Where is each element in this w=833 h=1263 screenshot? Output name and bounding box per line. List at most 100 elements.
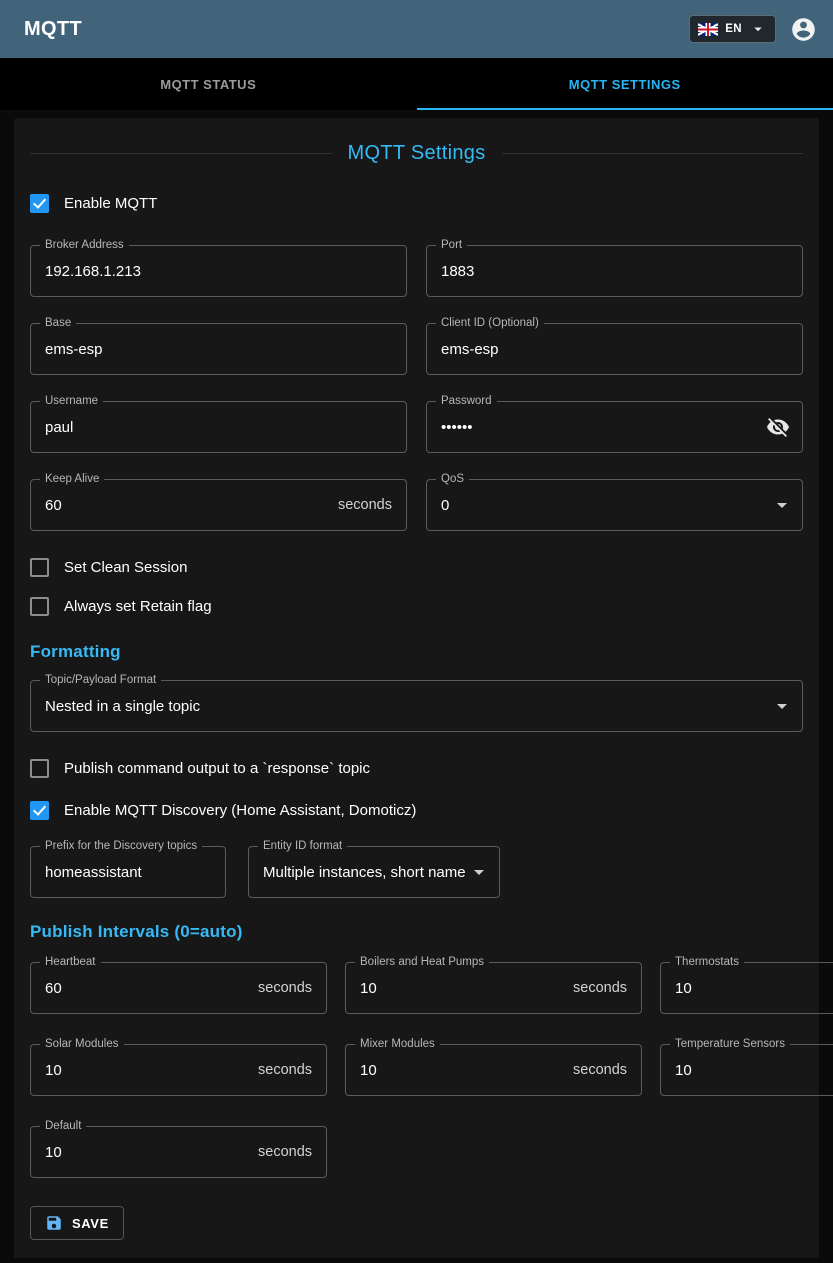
entity-id-format-label: Entity ID format bbox=[258, 840, 347, 853]
app-bar-actions: EN bbox=[689, 15, 817, 43]
keep-alive-label: Keep Alive bbox=[40, 473, 104, 486]
visibility-off-icon[interactable] bbox=[766, 415, 790, 439]
keep-alive-unit: seconds bbox=[338, 497, 406, 513]
temperature-interval-label: Temperature Sensors bbox=[670, 1038, 790, 1051]
enable-mqtt-label: Enable MQTT bbox=[64, 195, 157, 212]
boilers-interval-field: Boilers and Heat Pumps seconds bbox=[345, 962, 642, 1014]
port-input[interactable] bbox=[427, 246, 802, 296]
publish-intervals-grid: Heartbeat seconds Boilers and Heat Pumps… bbox=[30, 962, 803, 1178]
entity-id-format-select[interactable]: Entity ID format Multiple instances, sho… bbox=[248, 846, 500, 898]
qos-value: 0 bbox=[427, 497, 770, 514]
page-title-row: MQTT Settings bbox=[30, 142, 803, 165]
mqtt-discovery-checkbox[interactable] bbox=[30, 801, 49, 820]
default-interval-input[interactable] bbox=[31, 1127, 258, 1177]
save-icon bbox=[45, 1214, 63, 1232]
client-id-field: Client ID (Optional) bbox=[426, 323, 803, 375]
enable-mqtt-row: Enable MQTT bbox=[30, 191, 803, 215]
discovery-prefix-input[interactable] bbox=[31, 847, 225, 897]
boilers-interval-label: Boilers and Heat Pumps bbox=[355, 956, 489, 969]
thermostats-interval-label: Thermostats bbox=[670, 956, 744, 969]
language-label: EN bbox=[725, 23, 742, 35]
entity-id-format-value: Multiple instances, short name bbox=[249, 864, 467, 881]
formatting-heading: Formatting bbox=[30, 642, 803, 662]
retain-flag-row: Always set Retain flag bbox=[30, 594, 803, 618]
username-field: Username bbox=[30, 401, 407, 453]
temperature-interval-input[interactable] bbox=[661, 1045, 833, 1095]
mixer-interval-input[interactable] bbox=[346, 1045, 573, 1095]
publish-response-checkbox[interactable] bbox=[30, 759, 49, 778]
tab-mqtt-status[interactable]: MQTT STATUS bbox=[0, 58, 417, 110]
heartbeat-field: Heartbeat seconds bbox=[30, 962, 327, 1014]
password-field: Password bbox=[426, 401, 803, 453]
mqtt-settings-panel: MQTT Settings Enable MQTT Broker Address… bbox=[14, 118, 819, 1258]
heartbeat-label: Heartbeat bbox=[40, 956, 101, 969]
mixer-interval-field: Mixer Modules seconds bbox=[345, 1044, 642, 1096]
app-bar: MQTT EN bbox=[0, 0, 833, 58]
dropdown-arrow-icon bbox=[467, 860, 491, 884]
mqtt-discovery-label: Enable MQTT Discovery (Home Assistant, D… bbox=[64, 802, 416, 819]
enable-mqtt-checkbox[interactable] bbox=[30, 194, 49, 213]
default-interval-unit: seconds bbox=[258, 1144, 326, 1160]
base-input[interactable] bbox=[31, 324, 406, 374]
save-button[interactable]: SAVE bbox=[30, 1206, 124, 1240]
topic-format-label: Topic/Payload Format bbox=[40, 674, 161, 687]
discovery-prefix-label: Prefix for the Discovery topics bbox=[40, 840, 202, 853]
uk-flag-icon bbox=[698, 23, 718, 36]
divider bbox=[30, 153, 332, 154]
port-label: Port bbox=[436, 239, 467, 252]
mqtt-discovery-row: Enable MQTT Discovery (Home Assistant, D… bbox=[30, 798, 803, 822]
mixer-interval-unit: seconds bbox=[573, 1062, 641, 1078]
broker-address-input[interactable] bbox=[31, 246, 406, 296]
password-input[interactable] bbox=[427, 402, 766, 452]
publish-response-row: Publish command output to a `response` t… bbox=[30, 756, 803, 780]
keep-alive-field: Keep Alive seconds bbox=[30, 479, 407, 531]
qos-select[interactable]: QoS 0 bbox=[426, 479, 803, 531]
dropdown-arrow-icon bbox=[770, 493, 794, 517]
save-button-label: SAVE bbox=[72, 1216, 109, 1231]
boilers-interval-input[interactable] bbox=[346, 963, 573, 1013]
client-id-label: Client ID (Optional) bbox=[436, 317, 544, 330]
default-interval-field: Default seconds bbox=[30, 1126, 327, 1178]
clean-session-checkbox[interactable] bbox=[30, 558, 49, 577]
topic-format-value: Nested in a single topic bbox=[31, 698, 770, 715]
default-interval-label: Default bbox=[40, 1120, 86, 1133]
username-label: Username bbox=[40, 395, 103, 408]
base-label: Base bbox=[40, 317, 76, 330]
username-input[interactable] bbox=[31, 402, 406, 452]
retain-flag-label: Always set Retain flag bbox=[64, 598, 212, 615]
solar-interval-field: Solar Modules seconds bbox=[30, 1044, 327, 1096]
publish-response-label: Publish command output to a `response` t… bbox=[64, 760, 370, 777]
temperature-interval-field: Temperature Sensors seconds bbox=[660, 1044, 833, 1096]
tab-mqtt-settings[interactable]: MQTT SETTINGS bbox=[417, 58, 833, 110]
qos-label: QoS bbox=[436, 473, 469, 486]
thermostats-interval-field: Thermostats seconds bbox=[660, 962, 833, 1014]
boilers-interval-unit: seconds bbox=[573, 980, 641, 996]
dropdown-arrow-icon bbox=[770, 694, 794, 718]
base-field: Base bbox=[30, 323, 407, 375]
discovery-options-row: Prefix for the Discovery topics Entity I… bbox=[30, 846, 803, 898]
divider bbox=[502, 153, 804, 154]
client-id-input[interactable] bbox=[427, 324, 802, 374]
heartbeat-input[interactable] bbox=[31, 963, 258, 1013]
solar-interval-label: Solar Modules bbox=[40, 1038, 124, 1051]
app-title: MQTT bbox=[24, 18, 82, 41]
topic-format-select[interactable]: Topic/Payload Format Nested in a single … bbox=[30, 680, 803, 732]
caret-down-icon bbox=[749, 20, 767, 38]
keep-alive-input[interactable] bbox=[31, 480, 338, 530]
language-selector-button[interactable]: EN bbox=[689, 15, 776, 43]
heartbeat-unit: seconds bbox=[258, 980, 326, 996]
thermostats-interval-input[interactable] bbox=[661, 963, 833, 1013]
retain-flag-checkbox[interactable] bbox=[30, 597, 49, 616]
broker-address-label: Broker Address bbox=[40, 239, 129, 252]
solar-interval-unit: seconds bbox=[258, 1062, 326, 1078]
publish-intervals-heading: Publish Intervals (0=auto) bbox=[30, 922, 803, 942]
page-title: MQTT Settings bbox=[348, 142, 486, 165]
clean-session-label: Set Clean Session bbox=[64, 559, 187, 576]
port-field: Port bbox=[426, 245, 803, 297]
broker-address-field: Broker Address bbox=[30, 245, 407, 297]
mixer-interval-label: Mixer Modules bbox=[355, 1038, 440, 1051]
clean-session-row: Set Clean Session bbox=[30, 555, 803, 579]
discovery-prefix-field: Prefix for the Discovery topics bbox=[30, 846, 226, 898]
account-icon[interactable] bbox=[790, 16, 817, 43]
solar-interval-input[interactable] bbox=[31, 1045, 258, 1095]
